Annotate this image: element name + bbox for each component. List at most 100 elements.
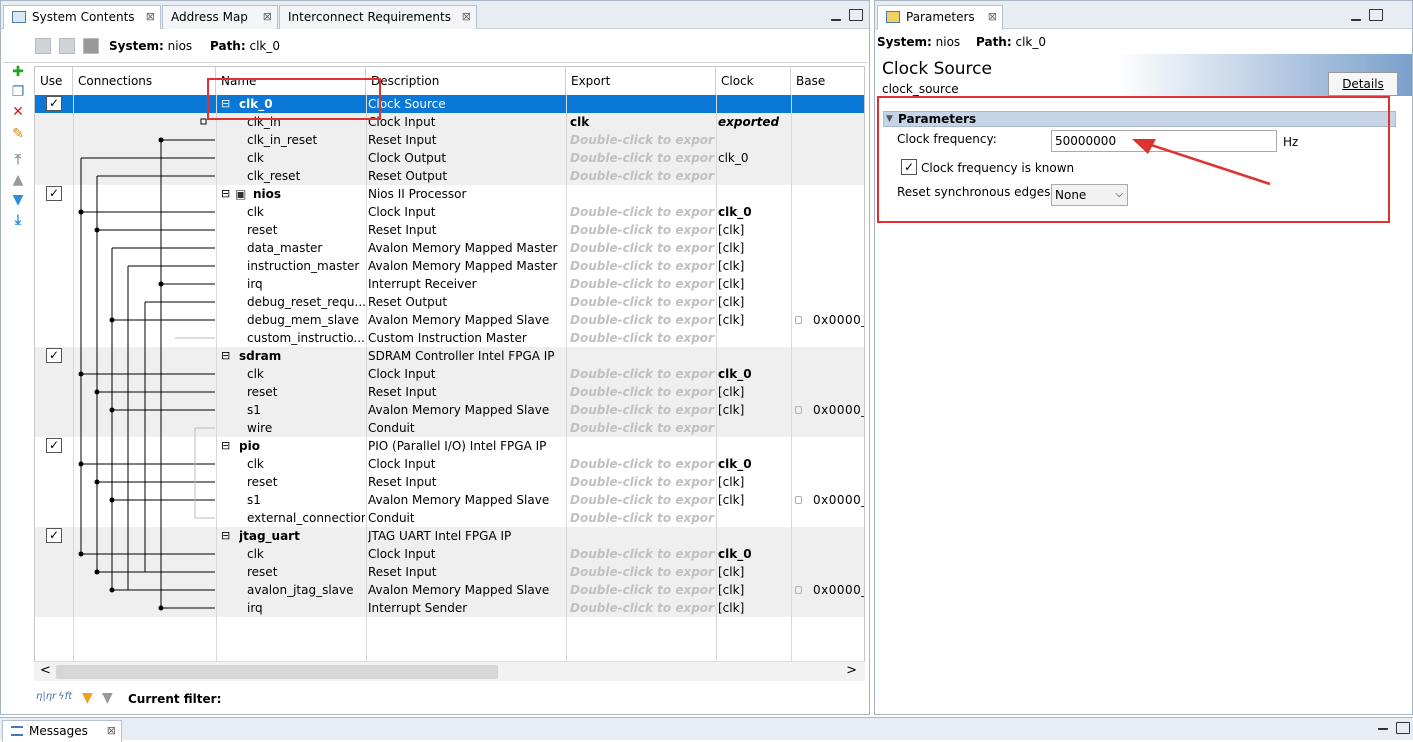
export-cell[interactable]: Double-click to export (570, 257, 715, 275)
tab-address-map[interactable]: Address Map ⊠ (162, 5, 278, 29)
connection-dot[interactable] (109, 497, 115, 503)
export-cell[interactable]: Double-click to export (570, 239, 715, 257)
column-header-base[interactable]: Base (791, 67, 864, 95)
clock-cell[interactable]: [clk] (718, 221, 790, 239)
move-bottom-icon[interactable]: ⤓ (11, 213, 25, 227)
clock-cell[interactable]: [clk] (718, 293, 790, 311)
connection-dot[interactable] (158, 605, 164, 611)
connection-dot[interactable] (94, 227, 100, 233)
collapse-icon[interactable]: ⊟ (221, 185, 233, 203)
clock-cell[interactable]: [clk] (718, 563, 790, 581)
module-name[interactable]: sdram (239, 347, 366, 365)
base-cell[interactable] (813, 365, 864, 383)
export-cell[interactable]: Double-click to export (570, 455, 715, 473)
module-name[interactable]: nios (253, 185, 366, 203)
interface-name[interactable]: reset (247, 563, 365, 581)
collapse-icon[interactable]: ⊟ (221, 437, 233, 455)
base-cell[interactable] (813, 419, 864, 437)
interface-name[interactable]: debug_mem_slave (247, 311, 365, 329)
clock-cell[interactable]: [clk] (718, 401, 790, 419)
duplicate-icon[interactable]: ❐ (11, 85, 25, 99)
show-connections-icon[interactable]: η|ηr (36, 691, 56, 702)
interface-name[interactable]: clk_reset (247, 167, 365, 185)
export-cell[interactable] (570, 437, 715, 455)
base-cell[interactable] (813, 239, 864, 257)
horizontal-scrollbar[interactable]: < > (34, 661, 865, 681)
base-cell[interactable]: 0x0000_ (813, 491, 864, 509)
export-cell[interactable]: Double-click to export (570, 401, 715, 419)
minimize-icon[interactable] (1351, 18, 1361, 21)
clock-cell[interactable]: clk_0 (718, 203, 790, 221)
close-icon[interactable]: ⊠ (146, 6, 155, 28)
clock-cell[interactable]: [clk] (718, 383, 790, 401)
clock-cell[interactable]: [clk] (718, 491, 790, 509)
go-top-icon[interactable] (35, 38, 51, 54)
collapse-icon[interactable]: ⊟ (221, 527, 233, 545)
connection-dot[interactable] (109, 317, 115, 323)
clock-cell[interactable]: [clk] (718, 275, 790, 293)
connection-dot[interactable] (109, 587, 115, 593)
move-up-icon[interactable]: ▲ (11, 173, 25, 187)
interface-name[interactable]: clk_in_reset (247, 131, 365, 149)
base-cell[interactable] (813, 455, 864, 473)
base-cell[interactable] (813, 221, 864, 239)
clock-cell[interactable] (718, 329, 790, 347)
minimize-icon[interactable] (1378, 727, 1388, 730)
edit-icon[interactable]: ✎ (11, 127, 25, 141)
export-cell[interactable]: Double-click to export (570, 383, 715, 401)
connection-dot[interactable] (109, 407, 115, 413)
interface-name[interactable]: debug_reset_requ... (247, 293, 365, 311)
export-cell[interactable]: Double-click to export (570, 473, 715, 491)
base-cell[interactable] (813, 113, 864, 131)
move-down-icon[interactable]: ▼ (11, 193, 25, 207)
interface-name[interactable]: clk (247, 455, 365, 473)
base-cell[interactable] (813, 149, 864, 167)
add-icon[interactable]: ✚ (11, 65, 25, 79)
clock-cell[interactable] (718, 185, 790, 203)
export-cell[interactable]: Double-click to export (570, 365, 715, 383)
clock-cell[interactable]: exported (718, 113, 790, 131)
export-cell[interactable]: Double-click to export (570, 203, 715, 221)
export-cell[interactable]: Double-click to export (570, 167, 715, 185)
interface-name[interactable]: instruction_master (247, 257, 365, 275)
interface-name[interactable]: s1 (247, 491, 365, 509)
interface-name[interactable]: irq (247, 275, 365, 293)
clock-cell[interactable]: [clk] (718, 239, 790, 257)
minimize-icon[interactable] (831, 18, 841, 21)
clock-cell[interactable]: [clk] (718, 473, 790, 491)
export-cell[interactable]: clk (570, 113, 715, 131)
scroll-thumb[interactable] (56, 665, 498, 679)
tab-messages[interactable]: Messages ⊠ (2, 720, 122, 742)
clock-cell[interactable] (718, 347, 790, 365)
clock-cell[interactable]: [clk] (718, 257, 790, 275)
interface-name[interactable]: s1 (247, 401, 365, 419)
base-cell[interactable] (813, 437, 864, 455)
column-header-description[interactable]: Description (366, 67, 566, 95)
base-cell[interactable] (813, 167, 864, 185)
clock-cell[interactable] (718, 437, 790, 455)
connection-dot[interactable] (94, 389, 100, 395)
export-cell[interactable]: Double-click to export (570, 491, 715, 509)
column-header-clock[interactable]: Clock (716, 67, 791, 95)
lock-icon[interactable] (795, 316, 802, 324)
clock-cell[interactable] (718, 167, 790, 185)
base-cell[interactable] (813, 347, 864, 365)
interface-name[interactable]: clk (247, 365, 365, 383)
base-cell[interactable] (813, 527, 864, 545)
interface-name[interactable]: external_connection (247, 509, 365, 527)
clock-cell[interactable]: [clk] (718, 599, 790, 617)
clock-cell[interactable]: clk_0 (718, 365, 790, 383)
export-cell[interactable]: Double-click to export (570, 509, 715, 527)
close-icon[interactable]: ⊠ (107, 721, 116, 741)
interface-name[interactable]: reset (247, 473, 365, 491)
column-header-connections[interactable]: Connections (73, 67, 216, 95)
export-cell[interactable]: Double-click to export (570, 221, 715, 239)
export-cell[interactable]: Double-click to export (570, 149, 715, 167)
export-cell[interactable]: Double-click to export (570, 329, 715, 347)
connection-dot[interactable] (78, 461, 84, 467)
clear-filter-icon[interactable]: ▼ (102, 690, 113, 706)
base-cell[interactable] (813, 293, 864, 311)
details-button[interactable]: Details (1328, 72, 1398, 96)
export-cell[interactable]: Double-click to export (570, 419, 715, 437)
lock-icon[interactable] (795, 496, 802, 504)
